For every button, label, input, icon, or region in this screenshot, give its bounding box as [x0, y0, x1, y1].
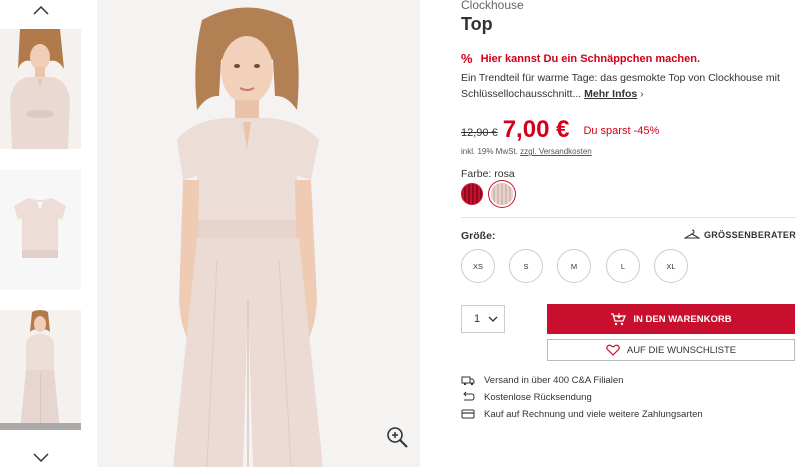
product-description: Ein Trendteil für warme Tage: das gesmok…: [461, 70, 781, 103]
current-price: 7,00 €: [502, 116, 570, 143]
quantity-value: 1: [474, 313, 481, 325]
gallery-up-button[interactable]: [0, 0, 82, 20]
cart-icon: [611, 313, 627, 326]
add-to-wishlist-button[interactable]: AUF DIE WUNSCHLISTE: [547, 339, 795, 361]
heart-icon: [606, 344, 620, 356]
add-to-cart-button[interactable]: IN DEN WARENKORB: [547, 304, 795, 334]
feature-store-shipping: Versand in über 400 C&A Filialen: [461, 374, 623, 386]
size-option-m[interactable]: M: [557, 249, 591, 283]
chevron-down-icon: [488, 316, 498, 322]
chevron-down-icon: [33, 453, 49, 463]
feature-payment-options: Kauf auf Rechnung und viele weitere Zahl…: [461, 408, 703, 420]
vat-text: inkl. 19% MwSt.: [461, 147, 518, 156]
return-icon: [463, 391, 475, 401]
more-info-link[interactable]: Mehr Infos: [584, 88, 637, 100]
hanger-icon: [683, 229, 700, 239]
zoom-in-icon[interactable]: [385, 425, 409, 449]
thumbnail-gallery: [0, 0, 82, 467]
truck-icon: [461, 376, 475, 386]
deal-text: Hier kannst Du ein Schnäppchen machen.: [480, 52, 701, 65]
vat-info: inkl. 19% MwSt. zzgl. Versandkosten: [461, 147, 592, 156]
thumbnail-full-outfit[interactable]: [0, 310, 81, 430]
product-brand[interactable]: Clockhouse: [461, 0, 524, 12]
credit-card-icon: [461, 409, 475, 419]
main-product-image[interactable]: [97, 0, 420, 467]
thumbnail-model-top[interactable]: [0, 29, 81, 149]
color-label: Farbe: rosa: [461, 168, 515, 180]
old-price: 12,90 €: [461, 127, 498, 139]
size-option-l[interactable]: L: [606, 249, 640, 283]
percent-icon: %: [461, 51, 473, 66]
feature-free-returns: Kostenlose Rücksendung: [461, 391, 592, 403]
product-title: Top: [461, 14, 493, 34]
chevron-up-icon: [33, 5, 49, 15]
size-option-xl[interactable]: XL: [654, 249, 688, 283]
size-guide-link[interactable]: GRÖSSENBERATER: [683, 229, 796, 240]
size-label: Größe:: [461, 230, 496, 242]
size-option-xs[interactable]: XS: [461, 249, 495, 283]
thumbnail-flat-lay[interactable]: [0, 170, 81, 290]
price-row: 12,90 € 7,00 € Du sparst -45%: [461, 116, 659, 144]
shipping-cost-link[interactable]: zzgl. Versandkosten: [520, 147, 592, 156]
divider: [461, 217, 796, 218]
size-option-s[interactable]: S: [509, 249, 543, 283]
deal-banner: % Hier kannst Du ein Schnäppchen machen.: [461, 51, 700, 66]
saving-text: Du sparst -45%: [583, 125, 660, 137]
color-swatch-red[interactable]: [461, 183, 483, 205]
gallery-down-button[interactable]: [0, 448, 82, 467]
chevron-right-icon: ›: [640, 89, 644, 100]
quantity-select[interactable]: 1: [461, 305, 505, 333]
thumbnail-active-indicator: [0, 423, 81, 430]
color-swatch-rosa[interactable]: [491, 183, 513, 205]
